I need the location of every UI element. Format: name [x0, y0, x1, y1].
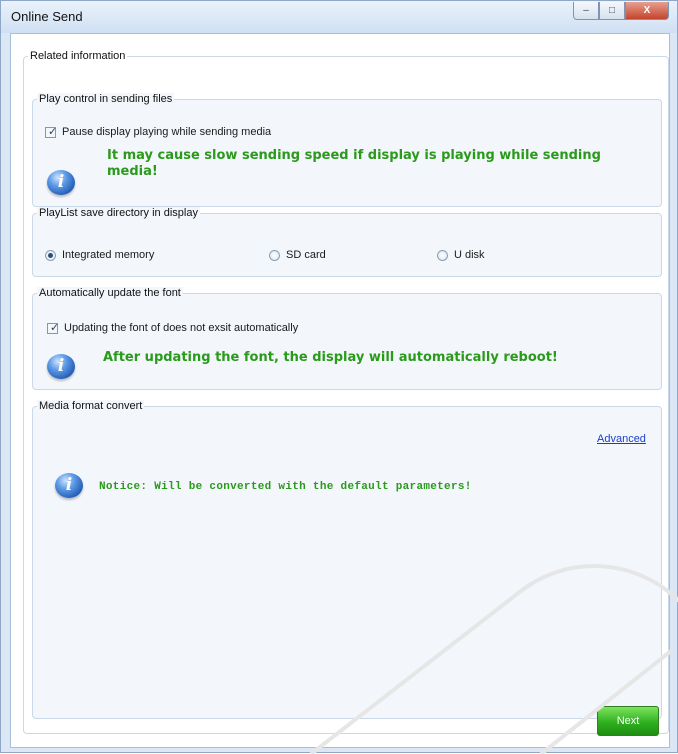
maximize-button[interactable]: □	[599, 2, 625, 20]
play-control-title: Play control in sending files	[37, 93, 175, 105]
online-send-window: Online Send – □ X Related information Pl…	[0, 0, 678, 754]
next-button[interactable]: Next	[597, 706, 659, 736]
update-font-checkbox-row[interactable]: ✓ Updating the font of does not exsit au…	[47, 322, 298, 334]
radio-u-disk-label: U disk	[454, 249, 485, 261]
radio-sd-card[interactable]: SD card	[269, 249, 326, 261]
pause-display-checkbox-row[interactable]: ✓ Pause display playing while sending me…	[45, 126, 271, 138]
minimize-icon: –	[583, 5, 589, 16]
close-button[interactable]: X	[625, 2, 669, 20]
radio-integrated-memory-button[interactable]	[45, 249, 56, 261]
related-information-title: Related information	[28, 50, 128, 62]
playlist-directory-title: PlayList save directory in display	[37, 207, 200, 219]
font-update-group: Automatically update the font ✓ Updating…	[32, 287, 662, 390]
dialog-client-area: Related information Play control in send…	[10, 33, 670, 748]
radio-u-disk-button[interactable]	[437, 249, 448, 261]
radio-sd-card-button[interactable]	[269, 249, 280, 261]
pause-display-checkbox[interactable]: ✓	[45, 125, 58, 138]
advanced-link[interactable]: Advanced	[597, 433, 646, 445]
media-format-group: Media format convert Advanced i Notice: …	[32, 400, 662, 719]
playlist-directory-group: PlayList save directory in display Integ…	[32, 207, 662, 277]
reboot-warning: After updating the font, the display wil…	[103, 350, 558, 365]
info-icon: i	[47, 354, 75, 379]
title-bar: Online Send – □ X	[1, 1, 677, 33]
info-icon: i	[55, 473, 83, 498]
next-button-label: Next	[616, 715, 640, 727]
check-icon: ✓	[50, 321, 60, 334]
slow-speed-warning: It may cause slow sending speed if displ…	[107, 148, 601, 180]
check-icon: ✓	[48, 125, 58, 138]
related-information-group: Related information Play control in send…	[23, 50, 669, 734]
pause-display-label: Pause display playing while sending medi…	[62, 126, 272, 138]
minimize-button[interactable]: –	[573, 2, 599, 20]
slow-speed-warning-line1: It may cause slow sending speed if displ…	[107, 148, 601, 163]
close-icon: X	[643, 5, 651, 16]
update-font-label: Updating the font of does not exsit auto…	[64, 322, 299, 334]
default-parameters-notice: Notice: Will be converted with the defau…	[99, 481, 472, 493]
slow-speed-warning-line2: media!	[107, 164, 158, 179]
window-title: Online Send	[11, 9, 83, 24]
font-update-title: Automatically update the font	[37, 287, 183, 299]
radio-integrated-memory[interactable]: Integrated memory	[45, 249, 154, 261]
radio-sd-card-label: SD card	[286, 249, 326, 261]
play-control-group: Play control in sending files ✓ Pause di…	[32, 93, 662, 207]
maximize-icon: □	[608, 5, 616, 16]
window-controls: – □ X	[573, 2, 669, 20]
radio-u-disk[interactable]: U disk	[437, 249, 485, 261]
info-icon: i	[47, 170, 75, 195]
radio-integrated-memory-label: Integrated memory	[62, 249, 155, 261]
update-font-checkbox[interactable]: ✓	[47, 321, 60, 334]
media-format-title: Media format convert	[37, 400, 145, 412]
